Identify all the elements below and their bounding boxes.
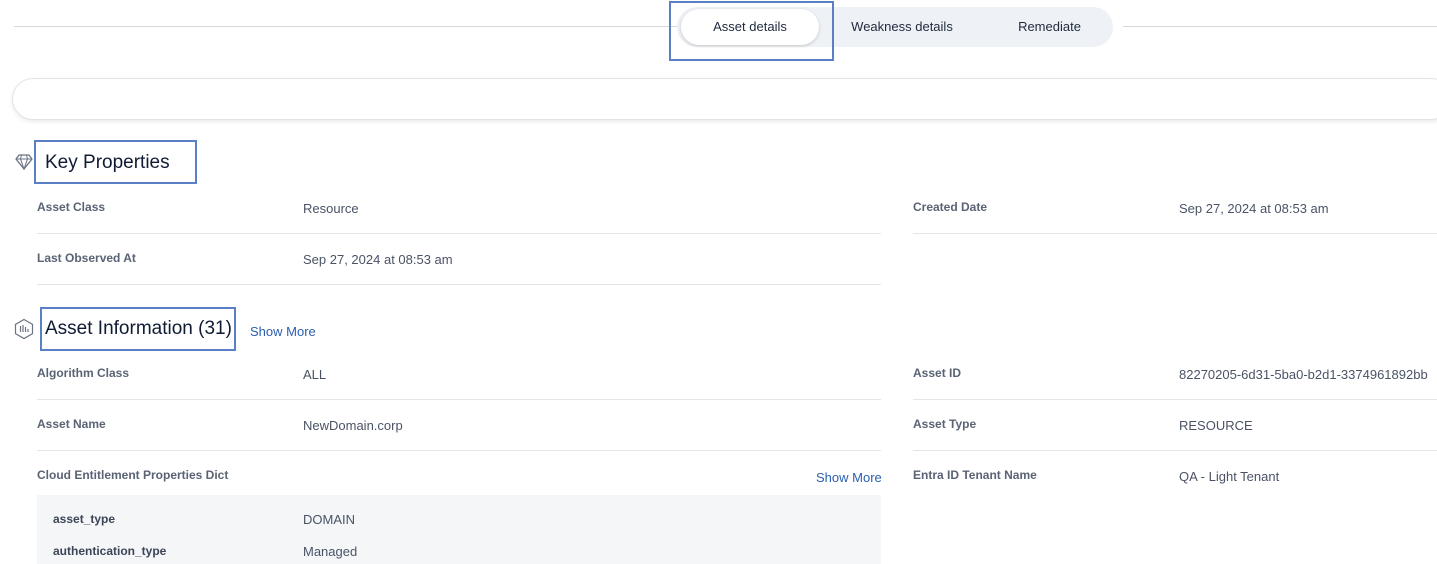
asset-id-label: Asset ID [913, 366, 962, 380]
asset-name-label: Asset Name [37, 417, 106, 431]
top-divider-right [1123, 26, 1437, 27]
cloud-entitlement-label: Cloud Entitlement Properties Dict [37, 468, 229, 482]
diamond-icon [15, 154, 33, 170]
top-divider-left [14, 26, 677, 27]
row-divider [37, 284, 881, 285]
highlight-asset-information [40, 307, 236, 351]
asset-class-label: Asset Class [37, 200, 106, 214]
dict-value: Managed [303, 544, 358, 559]
row-divider [37, 450, 881, 451]
dict-value: DOMAIN [303, 512, 355, 527]
asset-id-value: 82270205-6d31-5ba0-b2d1-3374961892bb [1179, 367, 1428, 382]
asset-type-label: Asset Type [913, 417, 977, 431]
tab-weakness-details[interactable]: Weakness details [827, 7, 977, 47]
row-divider [913, 233, 1437, 234]
last-observed-value: Sep 27, 2024 at 08:53 am [303, 252, 453, 267]
asset-info-icon [14, 318, 34, 340]
cloud-entitlement-show-more-link[interactable]: Show More [816, 470, 882, 485]
highlight-key-properties [34, 140, 197, 184]
asset-information-show-more-link[interactable]: Show More [250, 324, 316, 339]
row-divider [913, 399, 1437, 400]
dict-key: authentication_type [53, 544, 167, 558]
last-observed-label: Last Observed At [37, 251, 136, 265]
asset-name-value: NewDomain.corp [303, 418, 403, 433]
row-divider [37, 399, 881, 400]
algorithm-class-value: ALL [303, 367, 327, 382]
entra-tenant-label: Entra ID Tenant Name [913, 468, 1037, 482]
algorithm-class-label: Algorithm Class [37, 366, 130, 380]
tab-remediate[interactable]: Remediate [987, 7, 1112, 47]
row-divider [37, 233, 881, 234]
entra-tenant-value: QA - Light Tenant [1179, 469, 1280, 484]
highlight-asset-details-tab [669, 1, 834, 61]
row-divider [913, 450, 1437, 451]
search-bar[interactable] [12, 78, 1437, 120]
asset-class-value: Resource [303, 201, 359, 216]
created-date-value: Sep 27, 2024 at 08:53 am [1179, 201, 1329, 216]
created-date-label: Created Date [913, 200, 988, 214]
dict-key: asset_type [53, 512, 116, 526]
asset-type-value: RESOURCE [1179, 418, 1253, 433]
